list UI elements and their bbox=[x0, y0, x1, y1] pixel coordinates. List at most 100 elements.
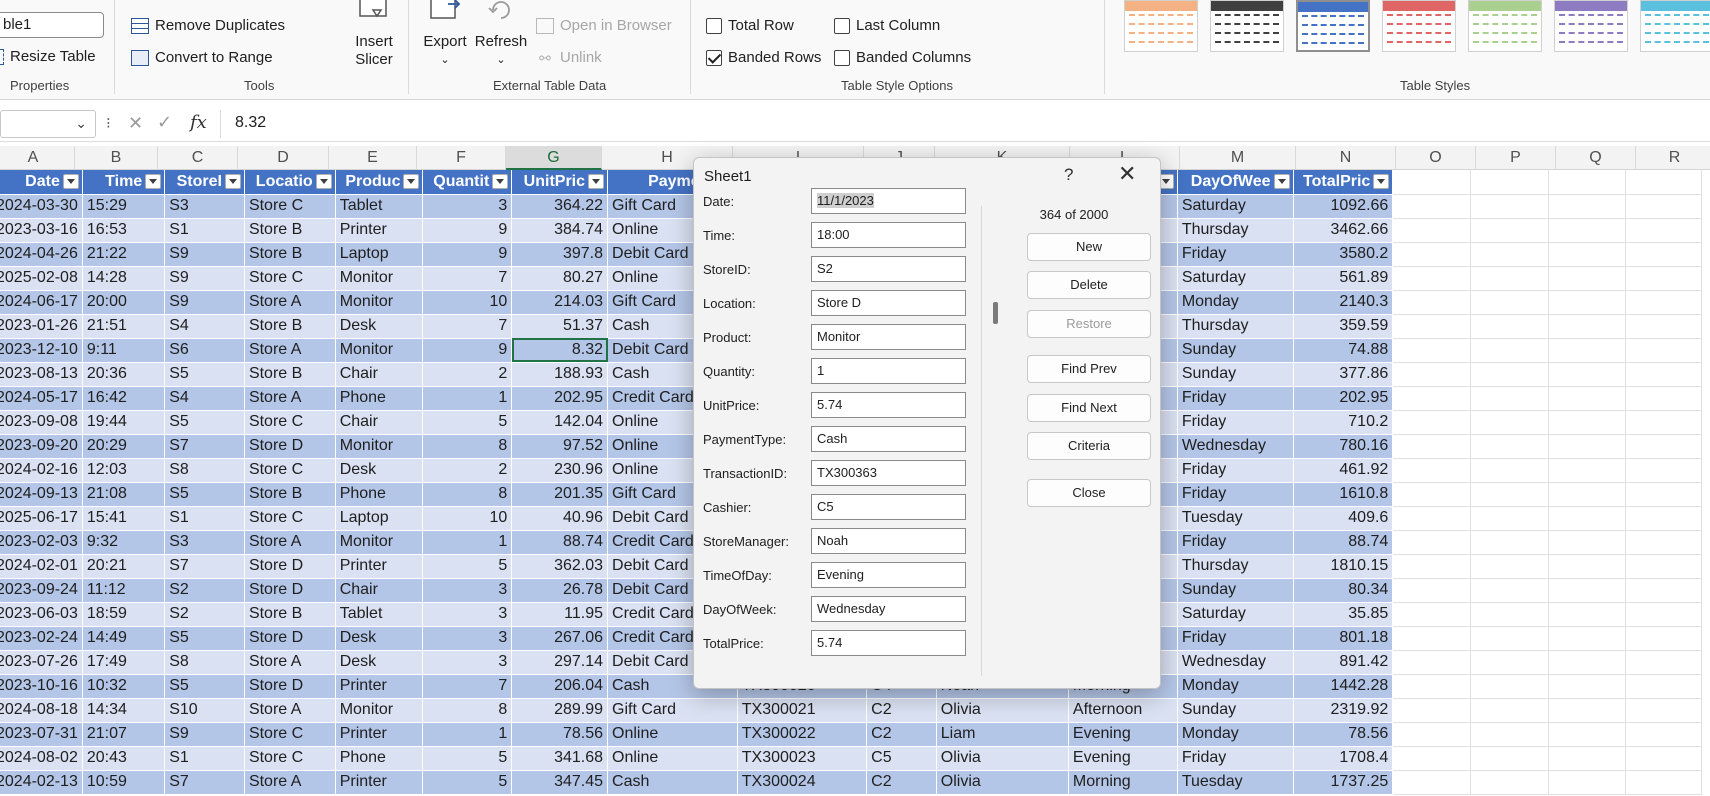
table-cell[interactable]: 142.04 bbox=[511, 410, 609, 435]
table-cell[interactable]: 561.89 bbox=[1293, 266, 1394, 291]
table-cell[interactable]: 10:32 bbox=[82, 674, 166, 699]
help-icon[interactable]: ? bbox=[1064, 165, 1073, 185]
table-cell[interactable]: Store B bbox=[244, 242, 336, 267]
filter-dropdown-icon[interactable] bbox=[1273, 174, 1290, 189]
empty-cell[interactable] bbox=[1625, 602, 1702, 627]
table-style-swatch[interactable] bbox=[1468, 0, 1542, 52]
table-header-cell[interactable]: Locatio bbox=[244, 170, 336, 195]
field-input[interactable]: 5.74 bbox=[811, 392, 966, 418]
empty-cell[interactable] bbox=[1548, 530, 1627, 555]
empty-cell[interactable] bbox=[1470, 506, 1549, 531]
table-cell[interactable]: 10 bbox=[422, 290, 513, 315]
table-cell[interactable]: Laptop bbox=[335, 242, 424, 267]
empty-cell[interactable] bbox=[1625, 674, 1702, 699]
empty-cell[interactable] bbox=[1548, 458, 1627, 483]
empty-cell[interactable] bbox=[1470, 386, 1549, 411]
table-cell[interactable]: 18:59 bbox=[82, 602, 166, 627]
table-cell[interactable]: 1708.4 bbox=[1293, 746, 1394, 771]
empty-cell[interactable] bbox=[1548, 770, 1627, 795]
table-cell[interactable]: Store B bbox=[244, 602, 336, 627]
table-cell[interactable]: 202.95 bbox=[1293, 386, 1394, 411]
table-cell[interactable]: C2 bbox=[866, 770, 937, 795]
table-cell[interactable]: 5 bbox=[422, 770, 513, 795]
table-cell[interactable]: 780.16 bbox=[1293, 434, 1394, 459]
restore-button[interactable]: Restore bbox=[1027, 310, 1151, 338]
table-cell[interactable]: 3 bbox=[422, 650, 513, 675]
table-cell[interactable]: 7 bbox=[422, 266, 513, 291]
table-cell[interactable]: Morning bbox=[1068, 770, 1178, 795]
table-cell[interactable]: 20:00 bbox=[82, 290, 166, 315]
table-cell[interactable]: Chair bbox=[335, 578, 424, 603]
empty-cell[interactable] bbox=[1625, 290, 1702, 315]
empty-cell[interactable] bbox=[1548, 170, 1627, 195]
find-prev-button[interactable]: Find Prev bbox=[1027, 355, 1151, 383]
empty-cell[interactable] bbox=[1392, 578, 1471, 603]
table-cell[interactable]: S9 bbox=[164, 266, 245, 291]
table-cell[interactable]: 19:44 bbox=[82, 410, 166, 435]
table-cell[interactable]: C2 bbox=[866, 698, 937, 723]
table-cell[interactable]: 297.14 bbox=[511, 650, 609, 675]
table-cell[interactable]: 2024-08-02 bbox=[0, 746, 83, 771]
table-cell[interactable]: TX300023 bbox=[737, 746, 868, 771]
empty-cell[interactable] bbox=[1470, 218, 1549, 243]
table-cell[interactable]: Printer bbox=[335, 218, 424, 243]
table-cell[interactable]: S5 bbox=[164, 626, 245, 651]
empty-cell[interactable] bbox=[1548, 386, 1627, 411]
empty-cell[interactable] bbox=[1625, 578, 1702, 603]
table-cell[interactable]: S3 bbox=[164, 530, 245, 555]
table-cell[interactable]: S2 bbox=[164, 602, 245, 627]
table-cell[interactable]: Phone bbox=[335, 746, 424, 771]
empty-cell[interactable] bbox=[1392, 362, 1471, 387]
table-cell[interactable]: Store C bbox=[244, 194, 336, 219]
table-cell[interactable]: Tablet bbox=[335, 194, 424, 219]
empty-cell[interactable] bbox=[1470, 458, 1549, 483]
table-cell[interactable]: Store D bbox=[244, 434, 336, 459]
table-name-input[interactable]: ble1 bbox=[0, 12, 104, 38]
table-style-swatch[interactable] bbox=[1124, 0, 1198, 52]
empty-cell[interactable] bbox=[1470, 530, 1549, 555]
table-cell[interactable]: S8 bbox=[164, 458, 245, 483]
table-cell[interactable]: Online bbox=[607, 746, 738, 771]
more-options-icon[interactable]: ⁝ bbox=[106, 114, 111, 132]
empty-cell[interactable] bbox=[1392, 650, 1471, 675]
empty-cell[interactable] bbox=[1392, 242, 1471, 267]
table-cell[interactable]: S9 bbox=[164, 290, 245, 315]
table-cell[interactable]: 1610.8 bbox=[1293, 482, 1394, 507]
empty-cell[interactable] bbox=[1625, 458, 1702, 483]
table-cell[interactable]: 1 bbox=[422, 722, 513, 747]
table-cell[interactable]: Store C bbox=[244, 506, 336, 531]
field-input[interactable]: 5.74 bbox=[811, 630, 966, 656]
table-style-swatch[interactable] bbox=[1210, 0, 1284, 52]
empty-cell[interactable] bbox=[1548, 698, 1627, 723]
table-cell[interactable]: 1 bbox=[422, 530, 513, 555]
table-cell[interactable]: 15:29 bbox=[82, 194, 166, 219]
empty-cell[interactable] bbox=[1392, 266, 1471, 291]
table-cell[interactable]: 80.27 bbox=[511, 266, 609, 291]
empty-cell[interactable] bbox=[1470, 194, 1549, 219]
empty-cell[interactable] bbox=[1392, 602, 1471, 627]
table-cell[interactable]: 202.95 bbox=[511, 386, 609, 411]
table-cell[interactable]: Monitor bbox=[335, 530, 424, 555]
table-cell[interactable]: 2024-03-30 bbox=[0, 194, 83, 219]
column-header-a[interactable]: A bbox=[0, 146, 75, 170]
table-cell[interactable]: 9:32 bbox=[82, 530, 166, 555]
table-cell[interactable]: Monday bbox=[1177, 722, 1294, 747]
table-cell[interactable]: 8 bbox=[422, 434, 513, 459]
resize-table-button[interactable]: Resize Table bbox=[0, 48, 96, 65]
table-cell[interactable]: Sunday bbox=[1177, 338, 1294, 363]
field-input[interactable]: Noah bbox=[811, 528, 966, 554]
table-cell[interactable]: S5 bbox=[164, 482, 245, 507]
table-cell[interactable]: Friday bbox=[1177, 386, 1294, 411]
empty-cell[interactable] bbox=[1548, 194, 1627, 219]
field-input[interactable]: 18:00 bbox=[811, 222, 966, 248]
table-cell[interactable]: 2023-12-10 bbox=[0, 338, 83, 363]
table-cell[interactable]: 11.95 bbox=[511, 602, 609, 627]
filter-dropdown-icon[interactable] bbox=[62, 174, 79, 189]
table-cell[interactable]: 364.22 bbox=[511, 194, 609, 219]
table-cell[interactable]: Phone bbox=[335, 386, 424, 411]
empty-cell[interactable] bbox=[1392, 746, 1471, 771]
cancel-icon[interactable]: ✕ bbox=[128, 113, 143, 134]
table-cell[interactable]: Saturday bbox=[1177, 194, 1294, 219]
empty-cell[interactable] bbox=[1470, 242, 1549, 267]
filter-dropdown-icon[interactable] bbox=[492, 174, 509, 189]
